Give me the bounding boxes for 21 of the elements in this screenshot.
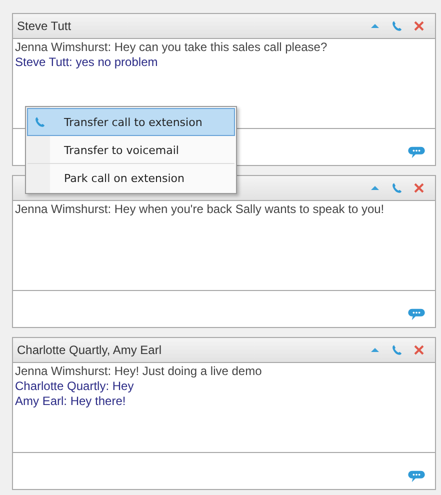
- close-icon[interactable]: [413, 20, 425, 32]
- phone-icon[interactable]: [391, 20, 403, 32]
- chat-message: Jenna Wimshurst: Hey when you're back Sally wants to speak to you!: [15, 202, 386, 217]
- chat-title: Steve Tutt: [17, 19, 72, 33]
- chat-message: Steve Tutt: yes no problem: [15, 55, 159, 70]
- phone-transfer-icon: [34, 116, 46, 128]
- close-icon[interactable]: [413, 182, 425, 194]
- chat-bubble-icon[interactable]: [408, 470, 425, 483]
- chat-title: Charlotte Quartly, Amy Earl: [17, 343, 162, 357]
- chat-bubble-icon[interactable]: [408, 146, 425, 159]
- chat-bubble-icon[interactable]: [408, 308, 425, 321]
- menu-item[interactable]: Park call on extension: [27, 164, 235, 192]
- close-icon[interactable]: [413, 344, 425, 356]
- phone-icon[interactable]: [391, 182, 403, 194]
- menu-item[interactable]: Transfer to voicemail: [27, 136, 235, 164]
- chat-message: Jenna Wimshurst: Hey can you take this sales call please?: [15, 40, 328, 55]
- chat-message: Amy Earl: Hey there!: [15, 394, 127, 409]
- phone-icon[interactable]: [391, 344, 403, 356]
- chat-message: Jenna Wimshurst: Hey! Just doing a live demo: [15, 364, 263, 379]
- chat-message: Charlotte Quartly: Hey: [15, 379, 135, 394]
- menu-item[interactable]: Transfer call to extension: [27, 108, 235, 136]
